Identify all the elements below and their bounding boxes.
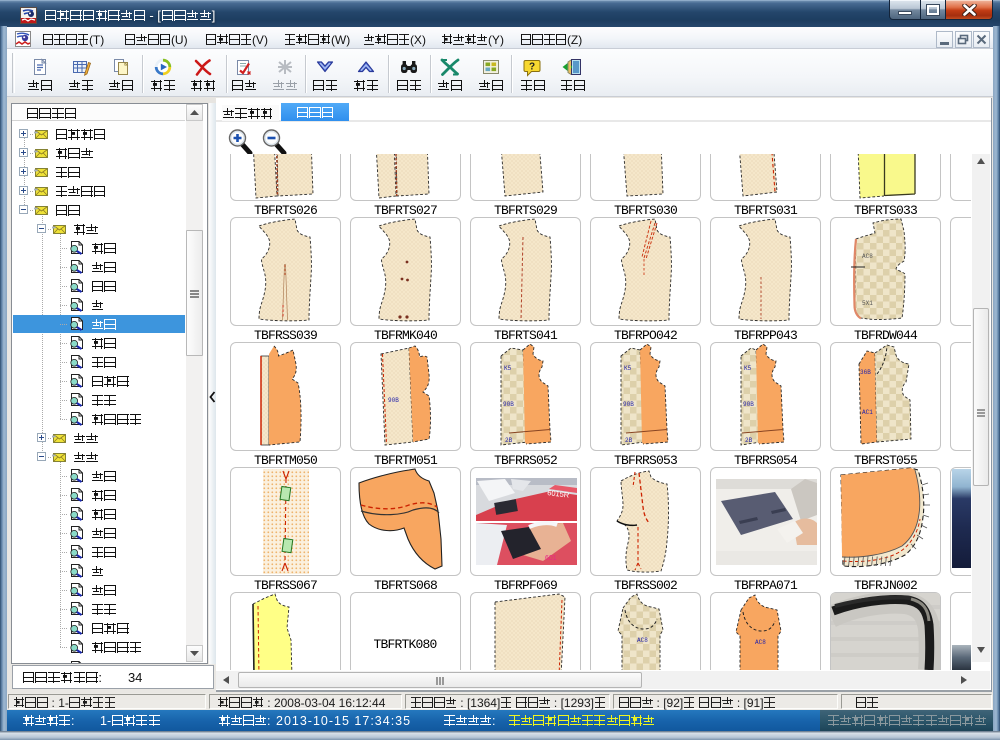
svg-text:90B: 90B <box>743 401 754 408</box>
svg-text:AC8: AC8 <box>637 637 648 644</box>
svg-text:AC8: AC8 <box>862 253 873 260</box>
svg-text:90B: 90B <box>388 397 399 404</box>
svg-text:AC8: AC8 <box>755 639 766 646</box>
svg-text:601: 601 <box>545 555 557 562</box>
svg-text:90B: 90B <box>623 401 634 408</box>
svg-text:|: | <box>969 238 972 247</box>
svg-text:2B: 2B <box>745 437 753 444</box>
svg-text:K5: K5 <box>624 365 632 372</box>
svg-text:5X1: 5X1 <box>862 300 873 307</box>
svg-text:K5: K5 <box>504 365 512 372</box>
svg-text:90B: 90B <box>503 401 514 408</box>
svg-text:AC1: AC1 <box>862 409 873 416</box>
svg-text:2B: 2B <box>625 437 633 444</box>
svg-text:2B: 2B <box>505 437 513 444</box>
svg-text:36B: 36B <box>860 369 871 376</box>
svg-text:K5: K5 <box>744 365 752 372</box>
svg-text:?: ? <box>529 62 535 73</box>
